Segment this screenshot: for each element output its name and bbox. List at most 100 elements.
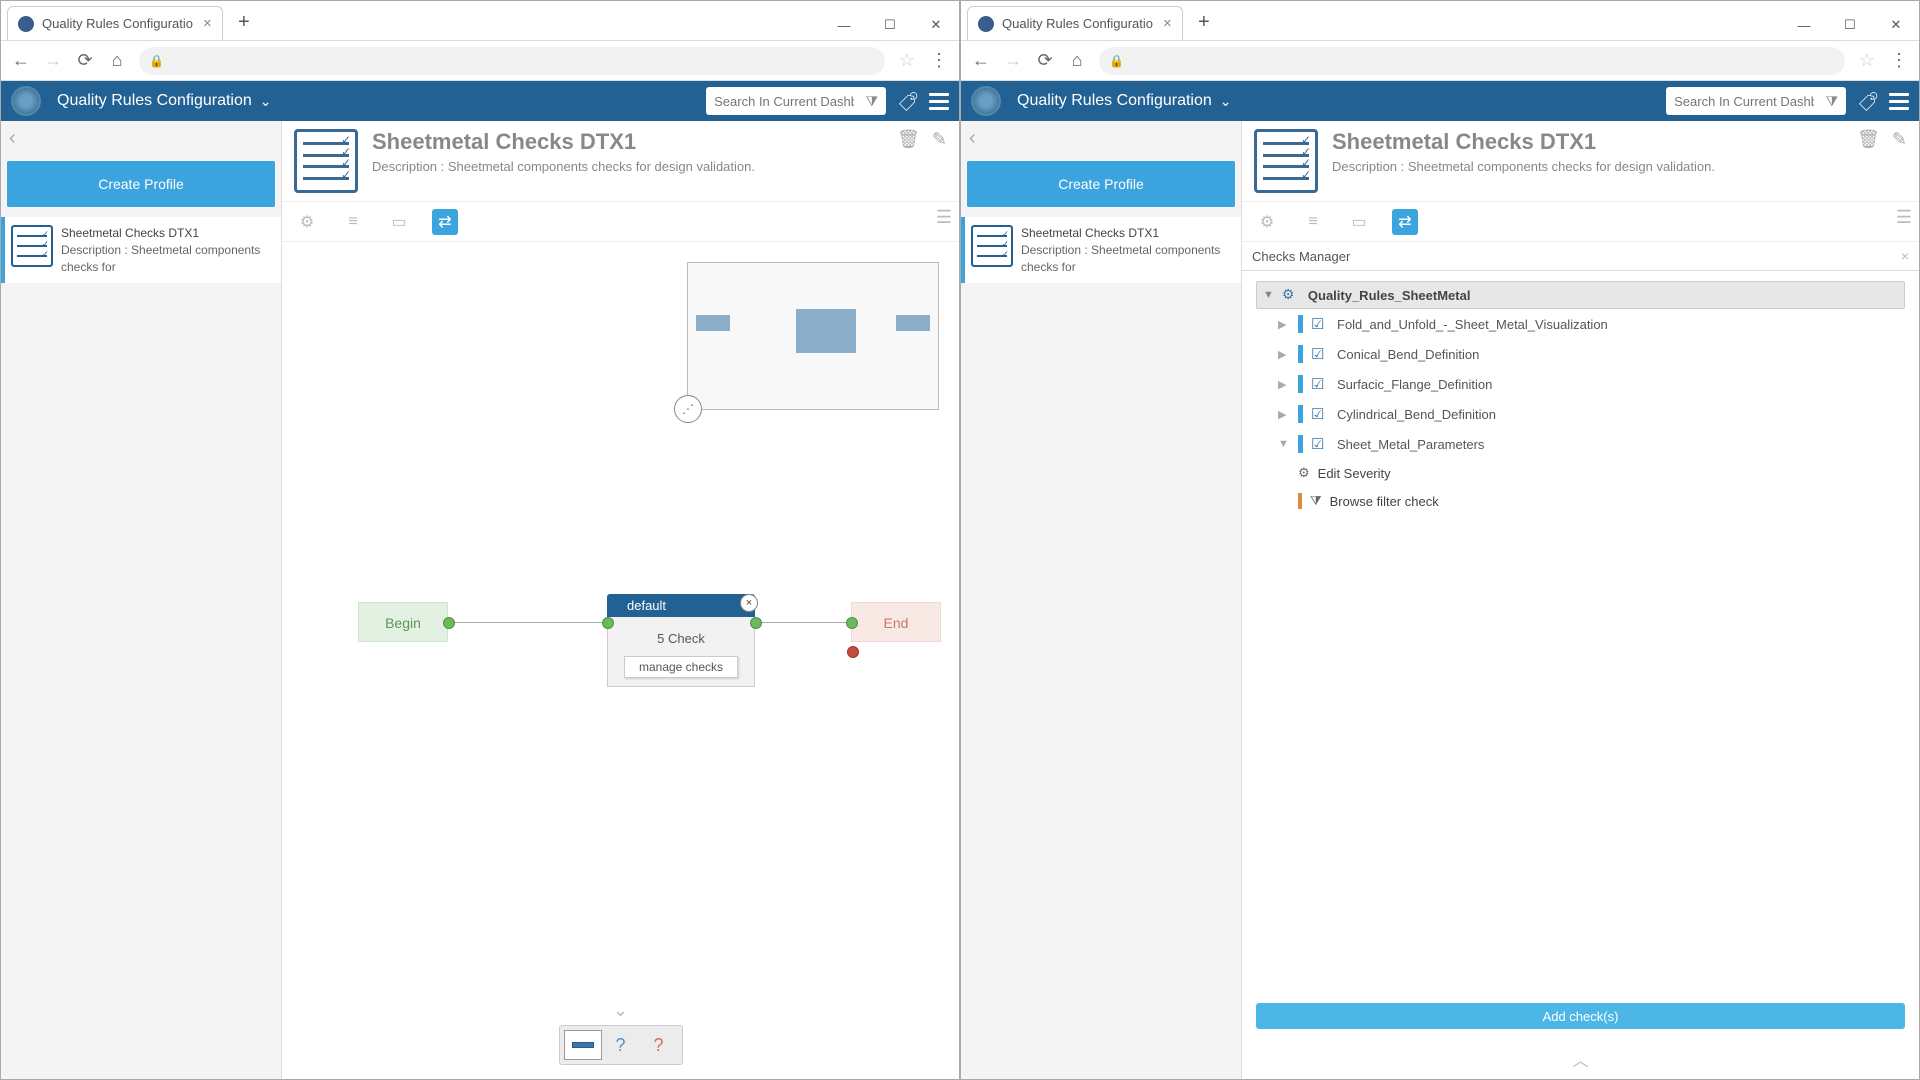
filter-icon[interactable]: ⧩ (1826, 93, 1839, 110)
minimap-node (696, 315, 730, 331)
browser-menu-icon[interactable]: ⋮ (929, 50, 949, 71)
page-title: Sheetmetal Checks DTX1 (372, 129, 755, 155)
create-profile-button[interactable]: Create Profile (7, 161, 275, 207)
home-icon[interactable]: ⌂ (107, 50, 127, 71)
node-default[interactable]: default × 5 Check manage checks (607, 594, 755, 687)
tree-root[interactable]: ▼ ⚙ Quality_Rules_SheetMetal (1256, 281, 1905, 309)
sidebar-back-icon[interactable]: ‹ (961, 121, 1241, 155)
app-logo-icon[interactable] (971, 86, 1001, 116)
app-title[interactable]: Quality Rules Configuration ⌄ (57, 92, 272, 110)
sidebar-collapse-icon[interactable]: ☰ (1893, 207, 1915, 228)
create-profile-button[interactable]: Create Profile (967, 161, 1235, 207)
url-field[interactable]: 🔒 (139, 47, 885, 75)
sidebar-back-icon[interactable]: ‹ (1, 121, 281, 155)
expand-icon[interactable]: ▶ (1278, 408, 1290, 421)
profile-card[interactable]: Sheetmetal Checks DTX1 Description : She… (1, 217, 281, 283)
flow-view-icon[interactable]: ⇄ (432, 209, 458, 235)
port-out[interactable] (443, 617, 455, 629)
hamburger-icon[interactable] (929, 93, 949, 110)
sliders-icon[interactable]: ≡ (340, 209, 366, 235)
minimize-button[interactable]: — (821, 10, 867, 40)
bookmark-icon[interactable]: ☆ (1857, 50, 1877, 71)
reload-icon[interactable]: ⟳ (1035, 50, 1055, 71)
close-tab-icon[interactable]: × (1163, 15, 1172, 32)
url-field[interactable]: 🔒 (1099, 47, 1845, 75)
app-title[interactable]: Quality Rules Configuration ⌄ (1017, 92, 1232, 110)
port-in[interactable] (602, 617, 614, 629)
new-tab-button[interactable]: + (1189, 7, 1219, 37)
bookmark-icon[interactable]: ☆ (897, 50, 917, 71)
home-icon[interactable]: ⌂ (1067, 50, 1087, 71)
collapse-icon[interactable]: ▼ (1263, 289, 1274, 301)
window-controls: — ☐ ✕ (821, 10, 959, 40)
chevron-down-icon[interactable]: ⌄ (559, 1000, 683, 1021)
delete-icon[interactable]: 🗑 (897, 129, 920, 193)
maximize-button[interactable]: ☐ (1827, 10, 1873, 40)
close-window-button[interactable]: ✕ (1873, 10, 1919, 40)
clipboard-icon[interactable]: ▭ (1346, 209, 1372, 235)
gear-icon[interactable]: ⚙ (1254, 209, 1280, 235)
browser-tab[interactable]: Quality Rules Configuratio × (967, 6, 1183, 40)
search-box[interactable]: ⧩ (1666, 87, 1846, 115)
forward-icon[interactable]: → (43, 50, 63, 71)
node-close-icon[interactable]: × (740, 594, 758, 612)
expand-icon[interactable]: ▶ (1278, 378, 1290, 391)
search-box[interactable]: ⧩ (706, 87, 886, 115)
minimap[interactable]: ⋰ (687, 262, 939, 410)
hamburger-icon[interactable] (1889, 93, 1909, 110)
close-tab-icon[interactable]: × (203, 15, 212, 32)
app-logo-icon[interactable] (11, 86, 41, 116)
close-panel-icon[interactable]: × (1901, 248, 1909, 264)
delete-icon[interactable]: 🗑 (1857, 129, 1880, 193)
collapse-icon[interactable]: ▼ (1278, 438, 1290, 450)
back-icon[interactable]: ← (11, 50, 31, 71)
browser-tab[interactable]: Quality Rules Configuratio × (7, 6, 223, 40)
browse-filter-action[interactable]: ⧩Browse filter check (1256, 487, 1905, 515)
tree-item[interactable]: ▶☑Cylindrical_Bend_Definition (1256, 399, 1905, 429)
gear-icon[interactable]: ⚙ (294, 209, 320, 235)
browser-menu-icon[interactable]: ⋮ (1889, 50, 1909, 71)
canvas[interactable]: ⋰ Begin End default × (282, 242, 959, 1079)
close-window-button[interactable]: ✕ (913, 10, 959, 40)
profile-card[interactable]: Sheetmetal Checks DTX1 Description : She… (961, 217, 1241, 283)
port-in[interactable] (846, 617, 858, 629)
reload-icon[interactable]: ⟳ (75, 50, 95, 71)
edit-icon[interactable]: ✎ (1892, 129, 1907, 193)
tree-item[interactable]: ▶☑Fold_and_Unfold_-_Sheet_Metal_Visualiz… (1256, 309, 1905, 339)
help-icon[interactable]: ? (602, 1030, 640, 1060)
add-checks-button[interactable]: Add check(s) (1256, 1003, 1905, 1029)
node-begin[interactable]: Begin (358, 602, 448, 642)
expand-icon[interactable]: ▶ (1278, 318, 1290, 331)
sliders-icon[interactable]: ≡ (1300, 209, 1326, 235)
edit-severity-action[interactable]: ⚙Edit Severity (1256, 459, 1905, 487)
expand-icon[interactable]: ▶ (1278, 348, 1290, 361)
checks-manager-header: Checks Manager × (1242, 242, 1919, 271)
forward-icon[interactable]: → (1003, 50, 1023, 71)
minimize-button[interactable]: — (1781, 10, 1827, 40)
port-out[interactable] (750, 617, 762, 629)
maximize-button[interactable]: ☐ (867, 10, 913, 40)
sidebar-collapse-icon[interactable]: ☰ (933, 207, 955, 228)
new-tab-button[interactable]: + (229, 7, 259, 37)
tree-item[interactable]: ▶☑Surfacic_Flange_Definition (1256, 369, 1905, 399)
help-alt-icon[interactable]: ? (640, 1030, 678, 1060)
tag-icon[interactable]: 🏷 (897, 90, 918, 113)
manage-checks-button[interactable]: manage checks (624, 656, 738, 678)
view-mode-1[interactable] (564, 1030, 602, 1060)
back-icon[interactable]: ← (971, 50, 991, 71)
tag-icon[interactable]: 🏷 (1857, 90, 1878, 113)
clipboard-icon[interactable]: ▭ (386, 209, 412, 235)
chevron-down-icon: ⌄ (1220, 93, 1232, 110)
search-input[interactable] (714, 94, 854, 109)
node-header[interactable]: default × (607, 594, 755, 617)
search-input[interactable] (1674, 94, 1814, 109)
port-error[interactable] (847, 646, 859, 658)
filter-icon[interactable]: ⧩ (866, 93, 879, 110)
edit-icon[interactable]: ✎ (932, 129, 947, 193)
tree-item[interactable]: ▶☑Conical_Bend_Definition (1256, 339, 1905, 369)
minimap-grip-icon[interactable]: ⋰ (674, 395, 702, 423)
tree-item[interactable]: ▼☑Sheet_Metal_Parameters (1256, 429, 1905, 459)
chevron-up-icon[interactable]: ︿ (1242, 1047, 1919, 1079)
node-end[interactable]: End (851, 602, 941, 642)
flow-view-icon[interactable]: ⇄ (1392, 209, 1418, 235)
